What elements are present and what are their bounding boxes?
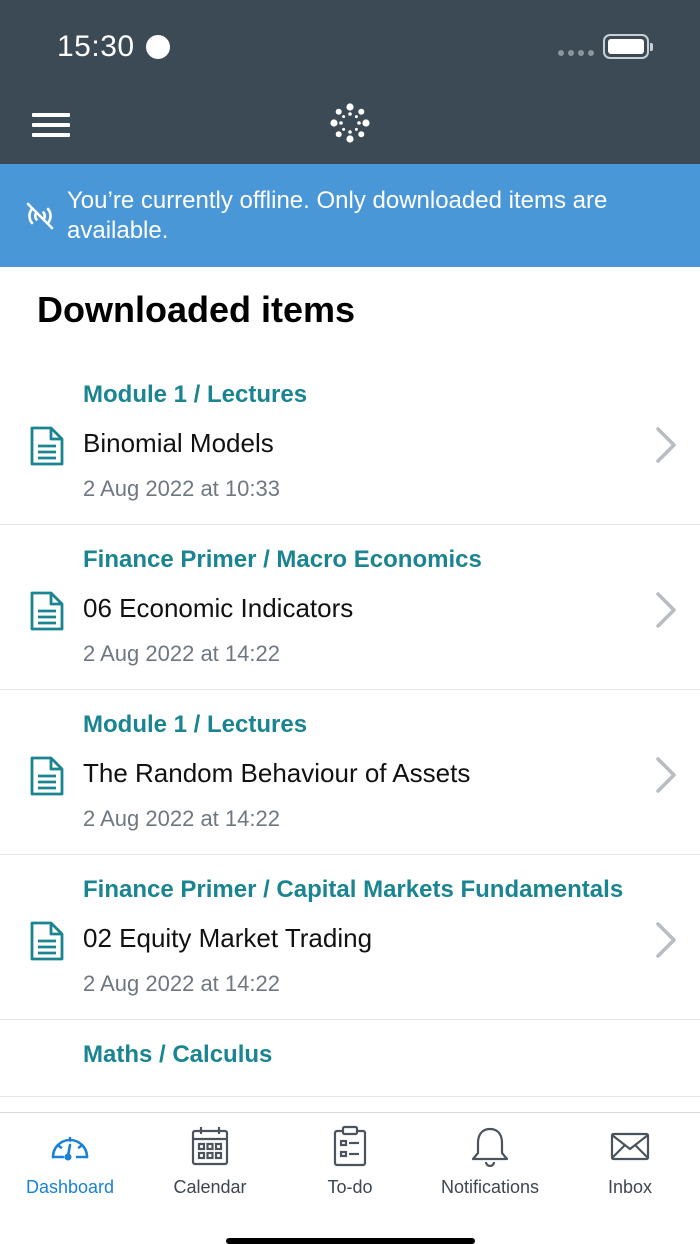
hamburger-icon[interactable] [32, 110, 70, 140]
item-title: 02 Equity Market Trading [83, 923, 373, 953]
item-title: 06 Economic Indicators [83, 593, 354, 623]
downloaded-items-list: Module 1 / Lectures Binomial Models 2 Au… [0, 360, 700, 1097]
top-nav-bar [0, 88, 700, 164]
item-date: 2 Aug 2022 at 10:33 [83, 476, 280, 501]
chevron-right-icon [656, 922, 676, 958]
item-path: Finance Primer / Capital Markets Fundame… [83, 876, 624, 903]
offline-banner: You’re currently offline. Only downloade… [0, 164, 700, 267]
tab-label: Dashboard [25, 1177, 115, 1197]
item-title: The Random Behaviour of Assets [83, 758, 471, 788]
canvas-logo-icon [330, 103, 370, 143]
tab-label: Calendar [173, 1177, 247, 1197]
page-title: Downloaded items [37, 289, 356, 330]
battery-icon [603, 34, 653, 59]
item-title: Binomial Models [83, 428, 274, 458]
dashboard-gauge-icon [51, 1136, 89, 1161]
offline-signal-icon [26, 202, 54, 230]
tab-inbox[interactable]: Inbox [560, 1113, 700, 1213]
list-item[interactable]: Finance Primer / Macro Economics 06 Econ… [0, 525, 700, 690]
document-icon [30, 756, 64, 796]
status-bar: 15:30 [0, 0, 700, 88]
item-date: 2 Aug 2022 at 14:22 [83, 641, 280, 666]
tab-dashboard[interactable]: Dashboard [0, 1113, 140, 1213]
chevron-right-icon [656, 592, 676, 628]
document-icon [30, 591, 64, 631]
list-item[interactable]: Maths / Calculus [0, 1020, 700, 1097]
item-path: Maths / Calculus [83, 1041, 273, 1068]
item-path: Module 1 / Lectures [83, 381, 308, 408]
bell-icon [471, 1127, 509, 1167]
chevron-right-icon [656, 427, 676, 463]
tab-notifications[interactable]: Notifications [420, 1113, 560, 1213]
list-item[interactable]: Finance Primer / Capital Markets Fundame… [0, 855, 700, 1020]
document-icon [30, 921, 64, 961]
item-path: Module 1 / Lectures [83, 711, 308, 738]
tab-label: To-do [327, 1177, 373, 1197]
clipboard-icon [333, 1125, 367, 1167]
envelope-icon [610, 1132, 650, 1161]
list-item[interactable]: Module 1 / Lectures The Random Behaviour… [0, 690, 700, 855]
bottom-tab-bar: Dashboard Calendar To-do Notifications I… [0, 1112, 700, 1244]
list-item[interactable]: Module 1 / Lectures Binomial Models 2 Au… [0, 360, 700, 525]
tab-label: Inbox [607, 1177, 653, 1197]
chevron-right-icon [656, 757, 676, 793]
item-date: 2 Aug 2022 at 14:22 [83, 971, 280, 996]
status-time: 15:30 [57, 30, 135, 63]
signal-icon [558, 50, 594, 56]
tab-todo[interactable]: To-do [280, 1113, 420, 1213]
calendar-icon [191, 1127, 229, 1166]
home-indicator [226, 1238, 475, 1244]
recording-indicator-icon [146, 35, 170, 59]
tab-label: Notifications [440, 1177, 540, 1197]
document-icon [30, 426, 64, 466]
item-date: 2 Aug 2022 at 14:22 [83, 806, 280, 831]
item-path: Finance Primer / Macro Economics [83, 546, 482, 573]
tab-calendar[interactable]: Calendar [140, 1113, 280, 1213]
offline-message: You’re currently offline. Only downloade… [67, 187, 608, 244]
